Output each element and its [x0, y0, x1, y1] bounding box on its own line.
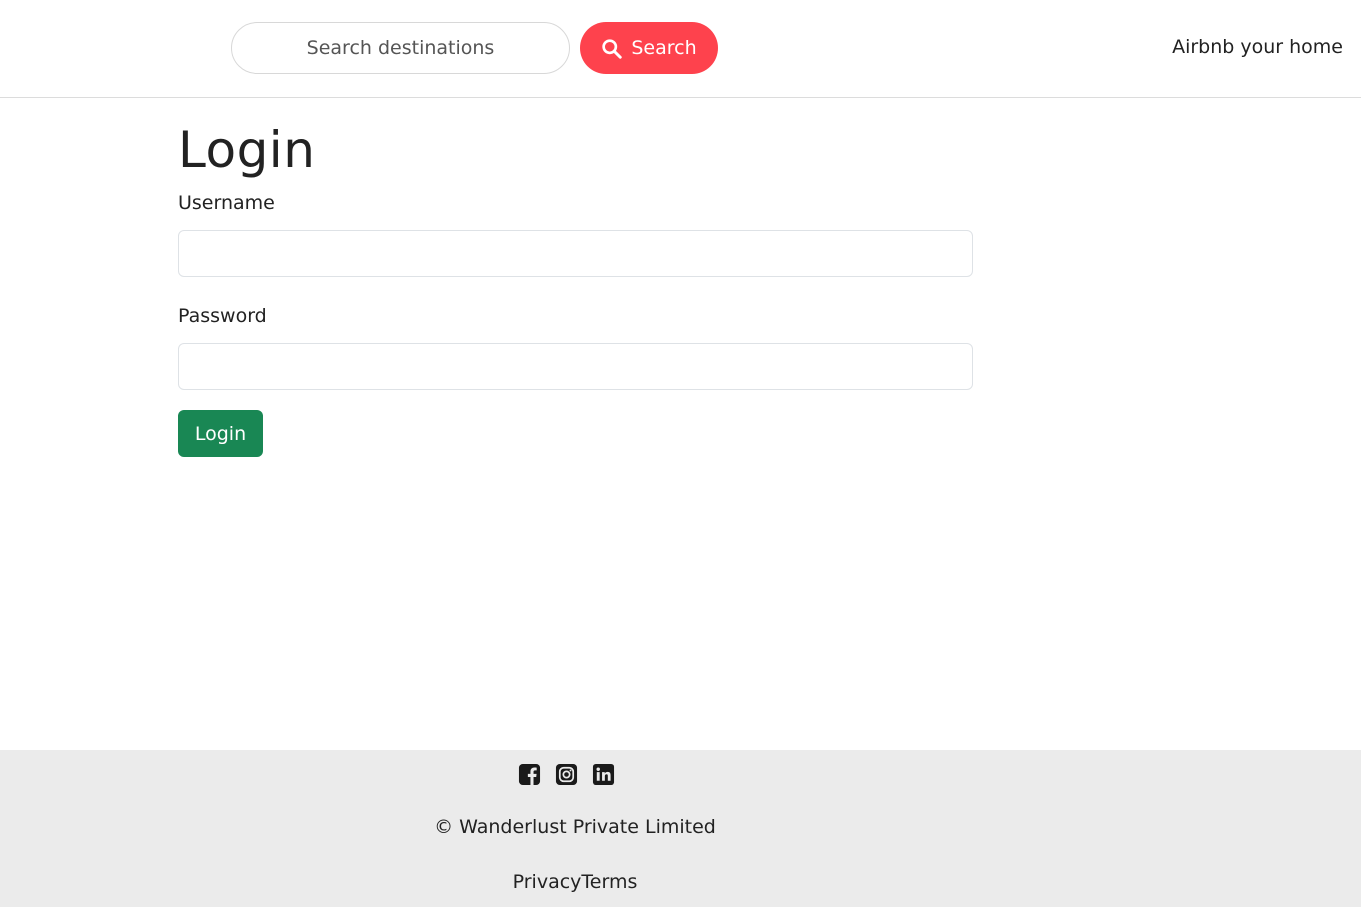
search-button-label: Search — [631, 37, 697, 59]
password-label: Password — [178, 305, 267, 327]
page-title: Login — [178, 121, 316, 179]
facebook-icon[interactable] — [518, 763, 541, 786]
password-field[interactable] — [178, 343, 973, 390]
terms-link[interactable]: Terms — [581, 871, 637, 893]
airbnb-your-home-link[interactable]: Airbnb your home — [1172, 36, 1343, 58]
search-input[interactable] — [231, 22, 570, 74]
login-button[interactable]: Login — [178, 410, 263, 457]
privacy-link[interactable]: Privacy — [513, 871, 582, 893]
username-label: Username — [178, 192, 275, 214]
footer-links: PrivacyTerms — [0, 871, 1150, 893]
login-form: Login Username Password Login — [178, 120, 973, 457]
instagram-icon[interactable] — [555, 763, 578, 786]
social-links — [518, 763, 615, 786]
username-field[interactable] — [178, 230, 973, 277]
footer: © Wanderlust Private Limited PrivacyTerm… — [0, 750, 1361, 907]
linkedin-icon[interactable] — [592, 763, 615, 786]
copyright-text: © Wanderlust Private Limited — [434, 816, 716, 838]
search-icon — [601, 38, 623, 59]
search-button[interactable]: Search — [580, 22, 718, 74]
navbar: Search Airbnb your home — [0, 0, 1361, 98]
